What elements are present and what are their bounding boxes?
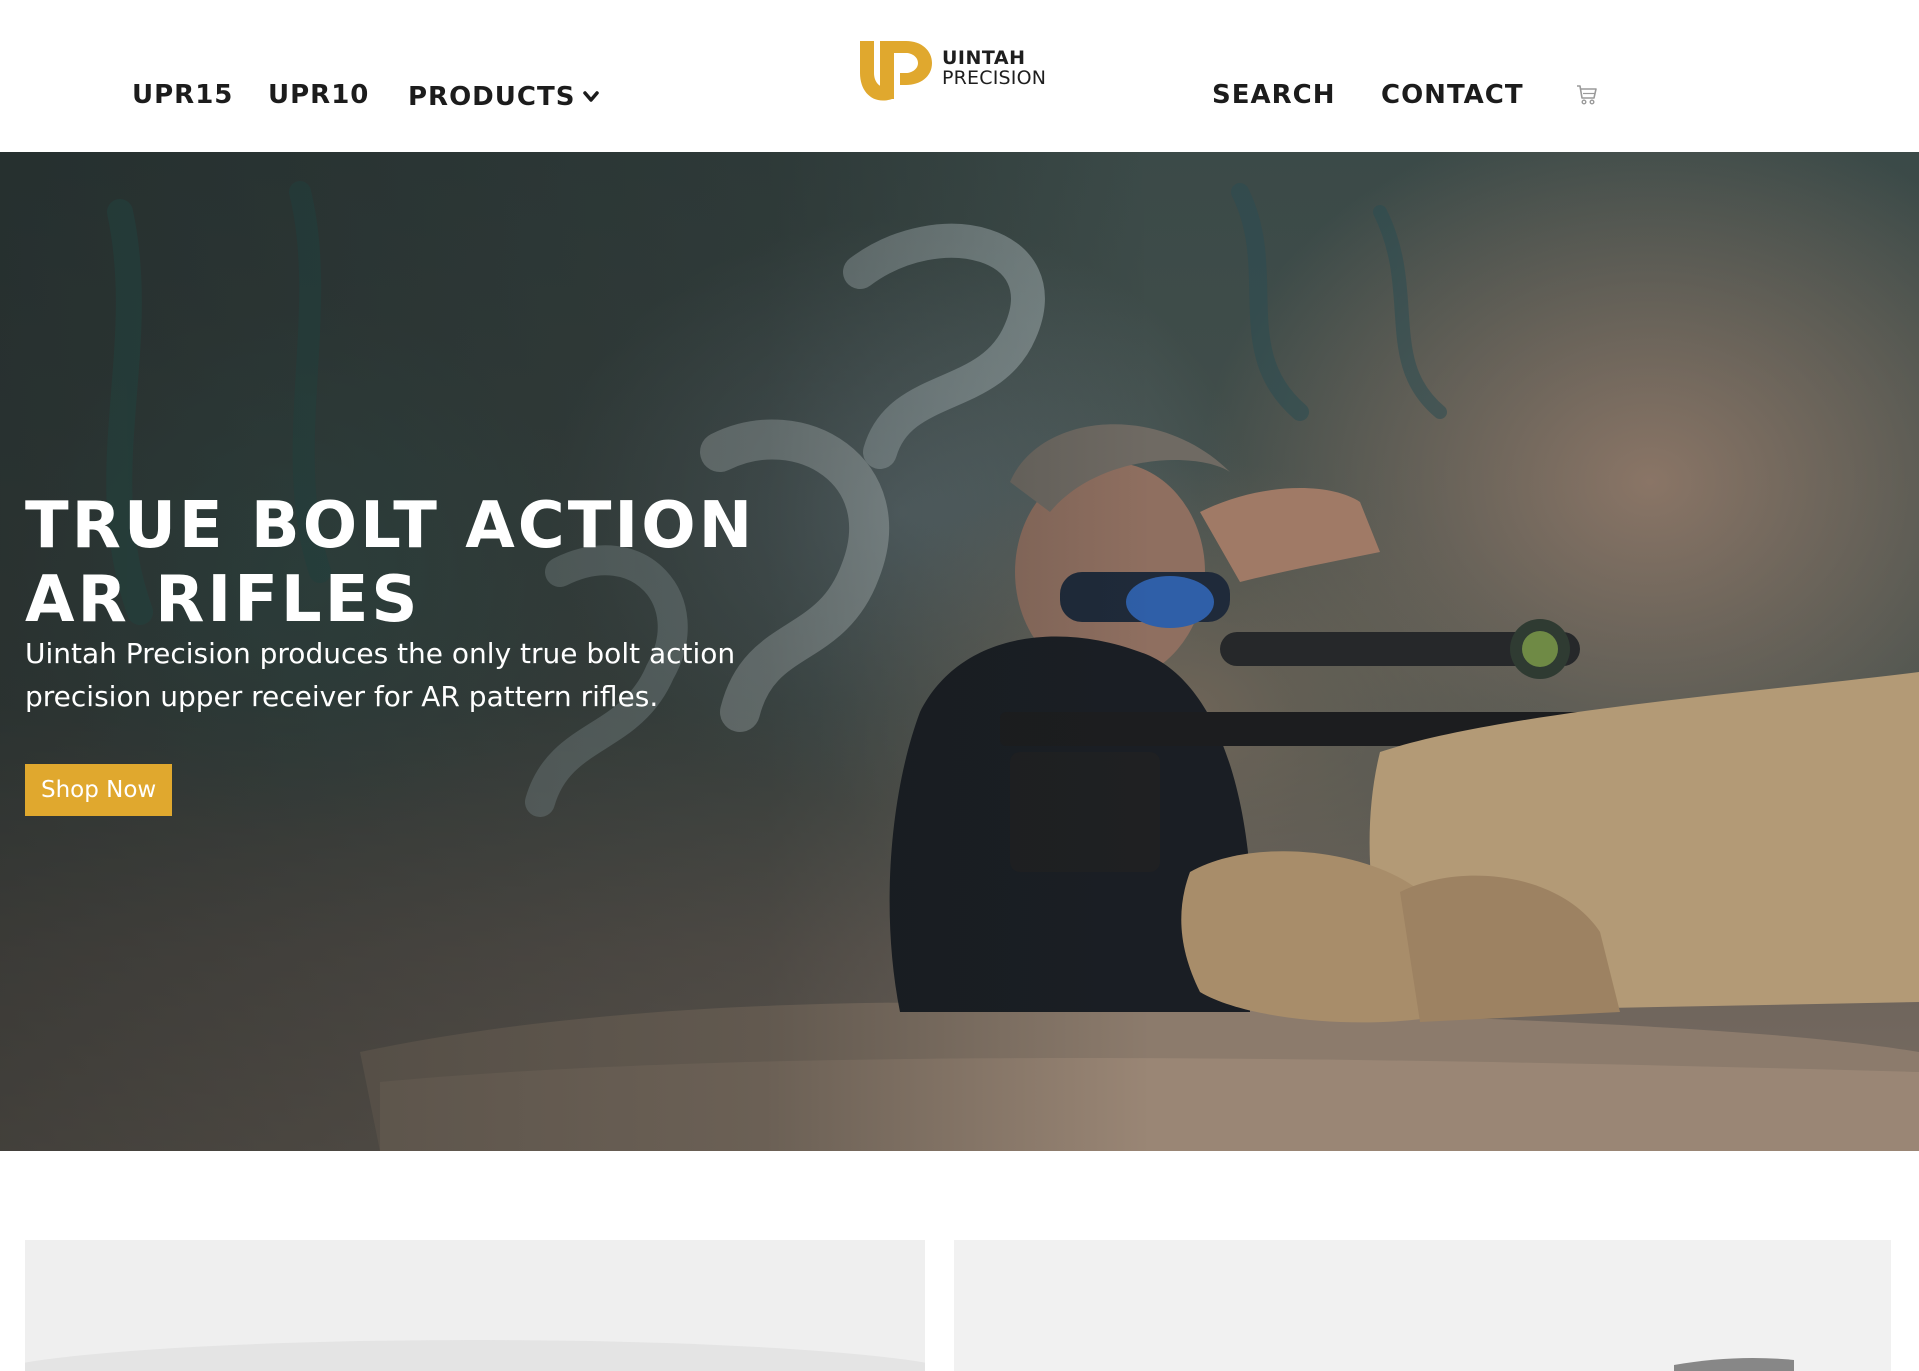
hero-banner: TRUE BOLT ACTION AR RIFLES Uintah Precis… — [0, 152, 1919, 1151]
product-card-left-image — [25, 1240, 925, 1371]
nav-products-label: PRODUCTS — [408, 82, 576, 112]
logo-line-uintah: UINTAH — [942, 46, 1026, 69]
nav-products-menu[interactable]: PRODUCTS — [408, 80, 600, 112]
nav-upr10-link[interactable]: UPR10 — [268, 80, 369, 110]
shop-now-button[interactable]: Shop Now — [25, 764, 173, 816]
product-card-right[interactable] — [954, 1240, 1891, 1371]
nav-upr15-link[interactable]: UPR15 — [132, 80, 233, 110]
logo-wordmark: UINTAH PRECISION — [942, 46, 1047, 89]
logo-mark-icon — [860, 41, 932, 101]
site-header: UPR15 UPR10 PRODUCTS UINTAH PRECISION SE… — [0, 0, 1919, 152]
logo-line-precision: PRECISION — [942, 66, 1047, 89]
cart-icon[interactable] — [1576, 84, 1598, 106]
site-logo[interactable]: UINTAH PRECISION — [856, 32, 1066, 104]
hero-subtitle: Uintah Precision produces the only true … — [25, 637, 736, 713]
product-card-right-image — [954, 1240, 1891, 1371]
nav-contact-link[interactable]: CONTACT — [1381, 80, 1524, 110]
product-card-left[interactable] — [25, 1240, 925, 1371]
chevron-down-icon — [583, 80, 600, 110]
nav-search-link[interactable]: SEARCH — [1212, 80, 1335, 110]
hero-title: TRUE BOLT ACTION AR RIFLES — [25, 489, 756, 637]
